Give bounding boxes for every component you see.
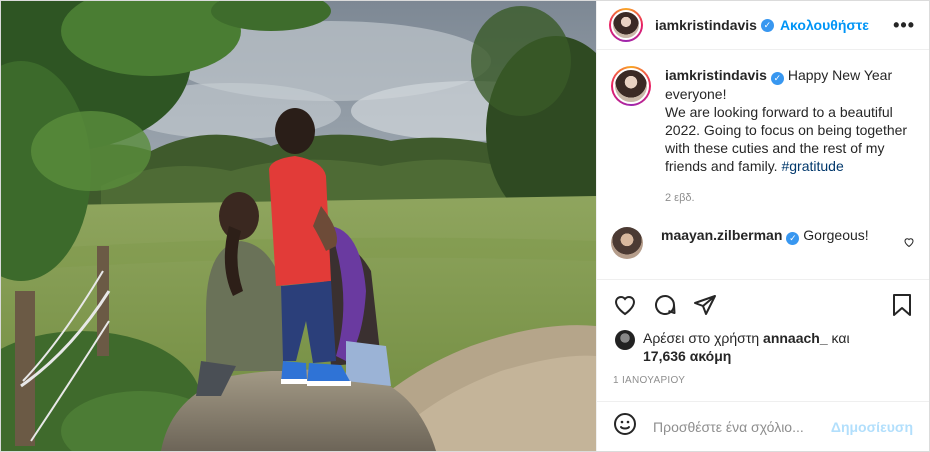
photo-illustration — [1, 1, 596, 451]
hashtag-link[interactable]: #gratitude — [781, 158, 843, 174]
comment-item: maayan.zilberman ✓ Gorgeous! — [611, 227, 913, 259]
liker-avatar[interactable] — [615, 330, 635, 350]
likes-summary: Αρέσει στο χρήστη annaach_ και 17,636 ακ… — [597, 329, 929, 365]
likes-joiner: και — [831, 330, 850, 346]
comment-text: maayan.zilberman ✓ Gorgeous! — [661, 227, 869, 245]
more-options-icon[interactable]: ••• — [893, 15, 915, 36]
likes-prefix: Αρέσει στο χρήστη — [643, 330, 760, 346]
comment-body: Gorgeous! — [803, 227, 869, 243]
post-dialog: iamkristindavis ✓ Ακολουθήστε ••• iamkri… — [0, 0, 930, 452]
likes-text: Αρέσει στο χρήστη annaach_ και 17,636 ακ… — [643, 329, 850, 365]
verified-icon: ✓ — [770, 72, 784, 85]
action-bar — [597, 279, 929, 329]
header-username[interactable]: iamkristindavis — [655, 17, 757, 33]
comment-input[interactable]: Προσθέστε ένα σχόλιο... — [653, 419, 831, 435]
emoji-icon[interactable] — [613, 412, 637, 441]
comment-like-icon[interactable] — [903, 236, 915, 248]
post-photo[interactable] — [1, 1, 596, 451]
caption-text: iamkristindavis ✓ Happy New Year everyone… — [665, 66, 913, 207]
caption-avatar[interactable] — [611, 66, 651, 106]
heart-icon[interactable] — [613, 293, 637, 317]
profile-avatar[interactable] — [609, 8, 643, 42]
comment-icon[interactable] — [653, 293, 677, 317]
share-icon[interactable] — [693, 293, 717, 317]
comment-username[interactable]: maayan.zilberman — [661, 227, 782, 243]
caption-username[interactable]: iamkristindavis — [665, 67, 767, 83]
likes-count[interactable]: 17,636 ακόμη — [643, 348, 731, 364]
comments-section: iamkristindavis ✓ Happy New Year everyone… — [597, 50, 929, 279]
caption-time[interactable]: 2 εβδ. — [665, 189, 913, 207]
post-header: iamkristindavis ✓ Ακολουθήστε ••• — [597, 1, 929, 50]
post-sidebar: iamkristindavis ✓ Ακολουθήστε ••• iamkri… — [596, 1, 929, 451]
follow-button[interactable]: Ακολουθήστε — [780, 17, 869, 33]
comment-avatar[interactable] — [611, 227, 643, 259]
liker-username[interactable]: annaach_ — [763, 330, 828, 346]
verified-icon: ✓ — [786, 232, 800, 245]
post-comment-button[interactable]: Δημοσίευση — [831, 419, 913, 435]
add-comment-bar: Προσθέστε ένα σχόλιο... Δημοσίευση — [597, 401, 929, 451]
caption: iamkristindavis ✓ Happy New Year everyone… — [611, 66, 913, 207]
verified-icon: ✓ — [760, 18, 774, 32]
post-date: 1 ΙΑΝΟΥΑΡΙΟΥ — [613, 375, 686, 386]
bookmark-icon[interactable] — [891, 293, 913, 317]
